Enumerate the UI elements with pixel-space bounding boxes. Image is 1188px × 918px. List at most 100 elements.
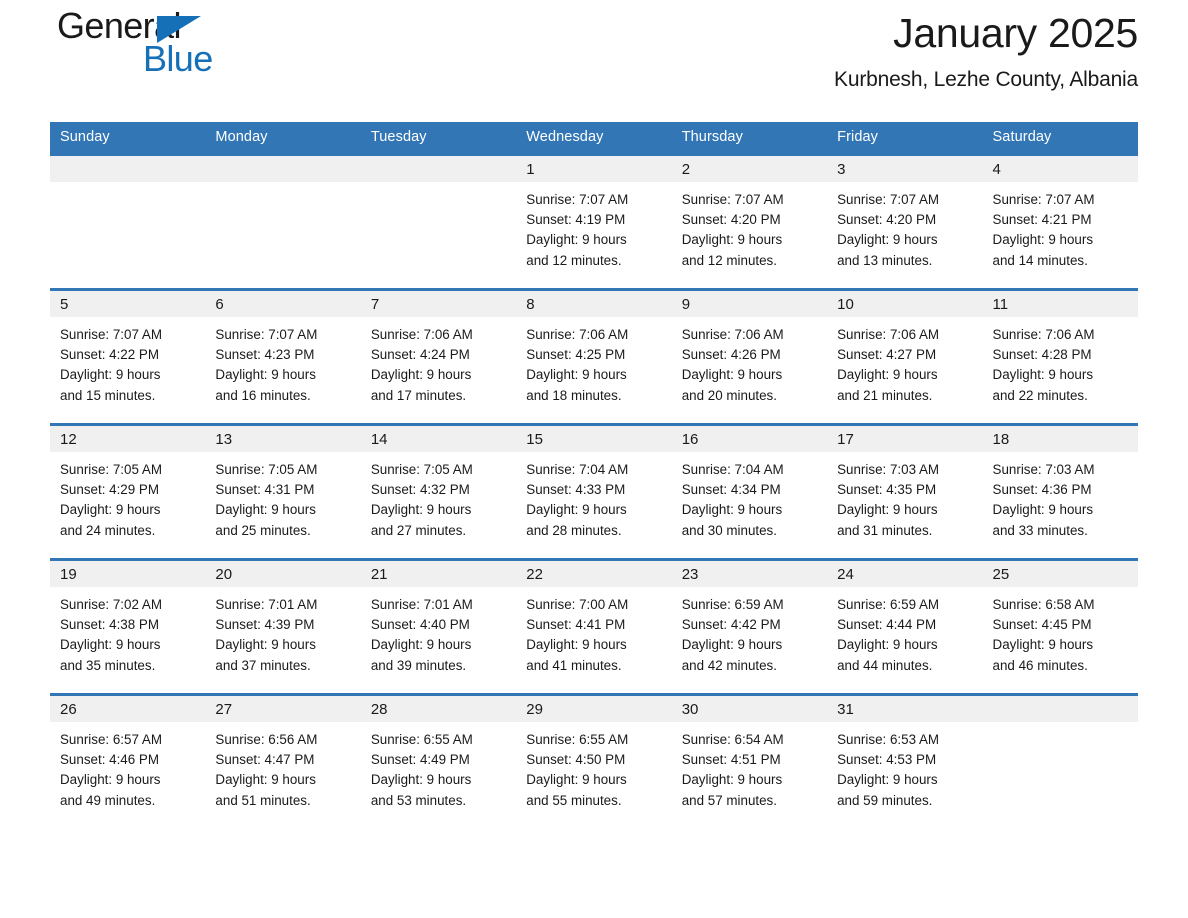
calendar-day-cell[interactable]: 1 Sunrise: 7:07 AM Sunset: 4:19 PM Daylight… xyxy=(516,153,672,290)
day-number: 9 xyxy=(681,295,691,313)
daylight-text-line1: Daylight: 9 hours xyxy=(526,232,627,248)
day-number-band: 27 xyxy=(205,696,361,722)
day-details: Sunrise: 7:06 AM Sunset: 4:27 PM Daylight:… xyxy=(827,317,982,406)
calendar-day-cell[interactable]: 24 Sunrise: 6:59 AM Sunset: 4:44 PM Dayligh… xyxy=(827,558,983,695)
day-details: Sunrise: 7:07 AM Sunset: 4:23 PM Daylight:… xyxy=(205,317,360,406)
day-details: Sunrise: 7:07 AM Sunset: 4:19 PM Daylight:… xyxy=(516,182,671,271)
daylight-text-line1: Daylight: 9 hours xyxy=(370,367,472,383)
daylight-text-line2: and 31 minutes. xyxy=(837,522,933,538)
calendar-day-cell[interactable]: 25 Sunrise: 6:58 AM Sunset: 4:45 PM Dayligh… xyxy=(982,558,1138,695)
calendar-day-cell[interactable]: 2 Sunrise: 7:07 AM Sunset: 4:20 PM Daylight… xyxy=(671,153,828,290)
calendar-day-cell[interactable]: 17 Sunrise: 7:03 AM Sunset: 4:35 PM Dayligh… xyxy=(827,423,983,560)
calendar-day-cell[interactable]: 9 Sunrise: 7:06 AM Sunset: 4:26 PM Daylight… xyxy=(671,288,828,425)
day-details: Sunrise: 7:04 AM Sunset: 4:34 PM Daylight:… xyxy=(672,452,827,541)
calendar-day-cell[interactable]: 8 Sunrise: 7:06 AM Sunset: 4:25 PM Daylight… xyxy=(516,288,672,425)
calendar-day-cell[interactable]: 6 Sunrise: 7:07 AM Sunset: 4:23 PM Daylight… xyxy=(205,288,361,425)
calendar-day-cell[interactable]: 3 Sunrise: 7:07 AM Sunset: 4:20 PM Daylight… xyxy=(827,153,983,290)
daylight-text-line2: and 51 minutes. xyxy=(215,792,311,808)
calendar-day-cell[interactable]: 5 Sunrise: 7:07 AM Sunset: 4:22 PM Daylight… xyxy=(50,288,206,425)
calendar-day-cell[interactable]: 18 Sunrise: 7:03 AM Sunset: 4:36 PM Dayligh… xyxy=(982,423,1138,560)
daylight-text-line2: and 25 minutes. xyxy=(215,522,311,538)
calendar-day-cell-empty xyxy=(982,693,1138,830)
day-number-band xyxy=(982,696,1138,722)
general-blue-logo[interactable]: General Blue xyxy=(57,7,357,97)
day-details: Sunrise: 7:02 AM Sunset: 4:38 PM Daylight:… xyxy=(50,587,205,676)
sunset-text: Sunset: 4:21 PM xyxy=(992,212,1092,228)
calendar-day-cell[interactable]: 19 Sunrise: 7:02 AM Sunset: 4:38 PM Dayligh… xyxy=(50,558,206,695)
calendar-day-cell[interactable]: 27 Sunrise: 6:56 AM Sunset: 4:47 PM Dayligh… xyxy=(205,693,361,830)
day-details: Sunrise: 6:55 AM Sunset: 4:49 PM Daylight:… xyxy=(361,722,516,811)
calendar-day-cell[interactable]: 23 Sunrise: 6:59 AM Sunset: 4:42 PM Dayligh… xyxy=(671,558,828,695)
sunrise-text: Sunrise: 7:00 AM xyxy=(526,597,629,612)
sunrise-text: Sunrise: 7:01 AM xyxy=(370,597,473,612)
sunrise-text: Sunrise: 7:06 AM xyxy=(370,327,473,342)
sunrise-text: Sunrise: 6:59 AM xyxy=(837,597,940,612)
day-number-band: 5 xyxy=(50,291,206,317)
sunrise-text: Sunrise: 7:04 AM xyxy=(526,462,629,477)
day-number-band: 4 xyxy=(982,156,1138,182)
calendar-day-cell[interactable]: 4 Sunrise: 7:07 AM Sunset: 4:21 PM Daylight… xyxy=(982,153,1138,290)
day-number-band: 24 xyxy=(827,561,983,587)
sunrise-text: Sunrise: 7:02 AM xyxy=(60,597,162,612)
calendar-day-cell[interactable]: 26 Sunrise: 6:57 AM Sunset: 4:46 PM Dayligh… xyxy=(50,693,206,830)
calendar-day-cell[interactable]: 31 Sunrise: 6:53 AM Sunset: 4:53 PM Dayligh… xyxy=(827,693,983,830)
calendar-day-cell[interactable]: 7 Sunrise: 7:06 AM Sunset: 4:24 PM Daylight… xyxy=(360,288,517,425)
sunrise-text: Sunrise: 7:01 AM xyxy=(215,597,318,612)
daylight-text-line1: Daylight: 9 hours xyxy=(60,772,161,788)
day-details: Sunrise: 6:59 AM Sunset: 4:42 PM Daylight:… xyxy=(672,587,827,676)
daylight-text-line2: and 12 minutes. xyxy=(526,252,622,268)
day-number: 21 xyxy=(370,565,388,583)
sunset-text: Sunset: 4:25 PM xyxy=(526,347,626,363)
day-number-band: 19 xyxy=(50,561,206,587)
daylight-text-line2: and 17 minutes. xyxy=(370,387,467,403)
daylight-text-line2: and 49 minutes. xyxy=(60,792,156,808)
daylight-text-line1: Daylight: 9 hours xyxy=(370,772,472,788)
weekday-header-tuesday: Tuesday xyxy=(360,122,517,155)
sunset-text: Sunset: 4:40 PM xyxy=(370,617,470,633)
sunrise-text: Sunrise: 7:07 AM xyxy=(681,192,784,207)
day-number-band xyxy=(205,156,361,182)
calendar-day-cell[interactable]: 21 Sunrise: 7:01 AM Sunset: 4:40 PM Dayligh… xyxy=(360,558,517,695)
sunrise-text: Sunrise: 7:06 AM xyxy=(526,327,629,342)
sunset-text: Sunset: 4:35 PM xyxy=(837,482,937,498)
calendar-day-cell[interactable]: 15 Sunrise: 7:04 AM Sunset: 4:33 PM Dayligh… xyxy=(516,423,672,560)
day-number-band: 12 xyxy=(50,426,206,452)
calendar-day-cell[interactable]: 30 Sunrise: 6:54 AM Sunset: 4:51 PM Dayligh… xyxy=(671,693,828,830)
calendar-day-cell[interactable]: 14 Sunrise: 7:05 AM Sunset: 4:32 PM Dayligh… xyxy=(360,423,517,560)
day-number-band: 31 xyxy=(827,696,983,722)
sunrise-text: Sunrise: 6:55 AM xyxy=(526,732,629,747)
daylight-text-line2: and 41 minutes. xyxy=(526,657,622,673)
day-details: Sunrise: 6:53 AM Sunset: 4:53 PM Daylight:… xyxy=(827,722,982,811)
sunrise-text: Sunrise: 7:07 AM xyxy=(215,327,318,342)
calendar-day-cell[interactable]: 10 Sunrise: 7:06 AM Sunset: 4:27 PM Dayligh… xyxy=(827,288,983,425)
calendar-day-cell[interactable]: 20 Sunrise: 7:01 AM Sunset: 4:39 PM Dayligh… xyxy=(205,558,361,695)
daylight-text-line2: and 55 minutes. xyxy=(526,792,622,808)
calendar-day-cell[interactable]: 28 Sunrise: 6:55 AM Sunset: 4:49 PM Dayligh… xyxy=(360,693,517,830)
day-number-band: 22 xyxy=(516,561,672,587)
day-number: 30 xyxy=(681,700,699,718)
calendar-day-cell[interactable]: 12 Sunrise: 7:05 AM Sunset: 4:29 PM Dayligh… xyxy=(50,423,206,560)
day-number-band xyxy=(360,156,517,182)
calendar-week-row: 12 Sunrise: 7:05 AM Sunset: 4:29 PM Dayligh… xyxy=(50,423,1138,560)
sunrise-text: Sunrise: 7:05 AM xyxy=(60,462,162,477)
day-number-band xyxy=(50,156,206,182)
daylight-text-line1: Daylight: 9 hours xyxy=(370,637,472,653)
calendar-day-cell[interactable]: 13 Sunrise: 7:05 AM Sunset: 4:31 PM Dayligh… xyxy=(205,423,361,560)
sunrise-text: Sunrise: 7:06 AM xyxy=(992,327,1095,342)
calendar-day-cell[interactable]: 29 Sunrise: 6:55 AM Sunset: 4:50 PM Dayligh… xyxy=(516,693,672,830)
day-number: 27 xyxy=(215,700,233,718)
calendar-day-cell[interactable]: 11 Sunrise: 7:06 AM Sunset: 4:28 PM Dayligh… xyxy=(982,288,1138,425)
sunset-text: Sunset: 4:53 PM xyxy=(837,752,937,768)
day-number: 15 xyxy=(526,430,543,448)
daylight-text-line1: Daylight: 9 hours xyxy=(837,502,938,518)
calendar-day-cell[interactable]: 16 Sunrise: 7:04 AM Sunset: 4:34 PM Dayligh… xyxy=(671,423,828,560)
calendar-day-cell[interactable]: 22 Sunrise: 7:00 AM Sunset: 4:41 PM Dayligh… xyxy=(516,558,672,695)
daylight-text-line2: and 53 minutes. xyxy=(370,792,467,808)
day-details: Sunrise: 7:07 AM Sunset: 4:20 PM Daylight:… xyxy=(672,182,827,271)
day-number-band: 25 xyxy=(982,561,1138,587)
sunset-text: Sunset: 4:39 PM xyxy=(215,617,315,633)
day-number: 26 xyxy=(60,700,77,718)
daylight-text-line1: Daylight: 9 hours xyxy=(526,502,627,518)
sunset-text: Sunset: 4:47 PM xyxy=(215,752,315,768)
day-details: Sunrise: 7:01 AM Sunset: 4:39 PM Daylight:… xyxy=(205,587,360,676)
